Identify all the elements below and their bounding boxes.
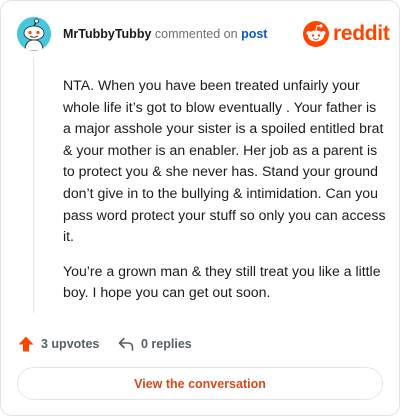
comment-card: MrTubbyTubby commented on post reddit NT… xyxy=(0,0,400,416)
reddit-logo-icon xyxy=(303,21,329,47)
thread-line xyxy=(33,57,34,313)
brand-wordmark: reddit xyxy=(333,22,390,45)
comment-header: MrTubbyTubby commented on post reddit xyxy=(17,17,390,51)
upvote-count: 3 upvotes xyxy=(41,337,100,351)
action-text: commented on xyxy=(154,27,238,41)
reddit-logo[interactable]: reddit xyxy=(303,20,390,48)
comment-paragraph: NTA. When you have been treated unfairly… xyxy=(63,77,386,245)
upvote-arrow-icon xyxy=(17,335,35,353)
view-conversation-button[interactable]: View the conversation xyxy=(17,367,383,400)
post-link[interactable]: post xyxy=(241,27,267,41)
reply-arrow-icon xyxy=(117,335,135,353)
comment-actions: 3 upvotes 0 replies xyxy=(17,333,383,355)
username-link[interactable]: MrTubbyTubby xyxy=(63,27,151,41)
comment-meta: MrTubbyTubby commented on post xyxy=(63,26,267,42)
snoo-avatar-icon[interactable] xyxy=(17,17,51,51)
comment-paragraph: You’re a grown man & they still treat yo… xyxy=(63,262,381,301)
reply-count: 0 replies xyxy=(141,337,192,351)
comment-body: NTA. When you have been treated unfairly… xyxy=(63,75,387,317)
upvote-button[interactable]: 3 upvotes xyxy=(17,333,99,355)
view-conversation-label: View the conversation xyxy=(134,376,266,391)
reply-button[interactable]: 0 replies xyxy=(117,333,192,355)
